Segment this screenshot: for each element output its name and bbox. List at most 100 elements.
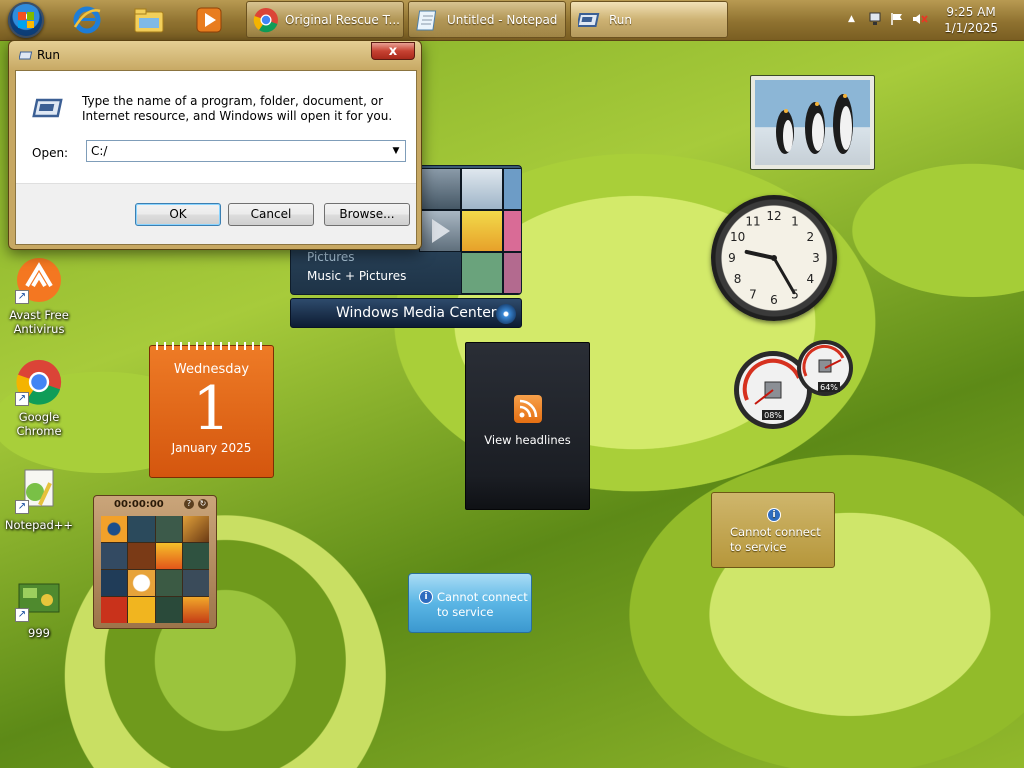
media-tile[interactable] — [503, 252, 521, 294]
media-tile[interactable] — [461, 210, 503, 252]
media-player-icon[interactable] — [192, 3, 226, 37]
media-tile[interactable] — [419, 210, 461, 252]
puzzle-tile[interactable] — [128, 597, 155, 623]
show-hidden-icons-icon[interactable]: ▲ — [848, 12, 862, 26]
windows-logo-icon — [18, 12, 34, 28]
clock-center-pin — [771, 255, 777, 261]
puzzle-tile[interactable] — [182, 597, 209, 623]
desktop-icon-label: Google Chrome — [16, 410, 62, 438]
clock-number: 4 — [807, 272, 815, 286]
taskbar-button-run[interactable]: Run — [570, 1, 728, 38]
feed-headlines-gadget[interactable]: View headlines — [465, 342, 590, 510]
media-center-label[interactable]: Music + Pictures — [307, 269, 406, 283]
puzzle-tile[interactable] — [128, 543, 155, 569]
media-tile[interactable] — [461, 252, 503, 294]
desktop-icon-label: 999 — [28, 626, 50, 640]
puzzle-tile[interactable] — [101, 570, 128, 596]
network-icon[interactable] — [868, 12, 882, 26]
browse-button[interactable]: Browse... — [324, 203, 410, 226]
open-input[interactable] — [87, 141, 383, 161]
open-combobox[interactable]: ▼ — [86, 140, 406, 162]
ok-button[interactable]: OK — [135, 203, 221, 226]
picture-puzzle-gadget[interactable]: 00:00:00 ? ↻ — [93, 495, 217, 629]
taskbar: Original Rescue T... Untitled - Notepad … — [0, 0, 1024, 41]
run-dialog: Run x Type the name of a program, folder… — [8, 40, 422, 250]
run-icon — [577, 7, 603, 33]
penguins-photo — [755, 80, 870, 165]
clock-date: 1/1/2025 — [944, 21, 998, 35]
file-explorer-icon[interactable] — [132, 3, 166, 37]
action-center-flag-icon[interactable] — [890, 12, 904, 26]
calendar-gadget[interactable]: Wednesday 1 January 2025 — [149, 342, 274, 478]
close-button[interactable]: x — [371, 42, 415, 60]
desktop-icon-label: Avast Free Antivirus — [9, 308, 69, 336]
media-center-label: Pictures — [307, 250, 355, 264]
clock-number: 11 — [745, 215, 760, 229]
weather-error-text: to service — [730, 540, 787, 554]
puzzle-tile[interactable] — [182, 570, 209, 596]
weather-gadget-gold[interactable]: i Cannot connect to service — [711, 492, 835, 568]
puzzle-tile[interactable] — [128, 516, 155, 542]
cancel-button[interactable]: Cancel — [228, 203, 314, 226]
chevron-down-icon[interactable]: ▼ — [387, 141, 405, 161]
volume-muted-icon[interactable] — [912, 12, 928, 26]
weather-gadget-blue[interactable]: i Cannot connect to service — [408, 573, 532, 633]
puzzle-tile[interactable] — [101, 516, 128, 542]
desktop-icon-999[interactable]: ↗ 999 — [4, 574, 74, 640]
avast-icon: ↗ — [15, 256, 63, 304]
info-icon: i — [419, 590, 433, 604]
cpu-meter-gadget[interactable]: 08% 64% — [733, 338, 859, 434]
clock-gadget[interactable]: 12 1 2 3 4 5 6 7 8 9 10 11 — [711, 195, 837, 321]
desktop-icon-label: Notepad++ — [4, 518, 74, 532]
media-tile[interactable] — [503, 168, 521, 210]
puzzle-tile[interactable] — [101, 597, 128, 623]
start-button[interactable] — [8, 2, 44, 38]
puzzle-tile[interactable] — [101, 543, 128, 569]
media-tile[interactable] — [503, 210, 521, 252]
puzzle-timer: 00:00:00 — [114, 499, 164, 510]
shuffle-icon[interactable]: ↻ — [198, 499, 208, 509]
clock-number: 6 — [770, 293, 778, 307]
clock-face: 12 1234567891011 — [728, 209, 820, 307]
puzzle-tile[interactable] — [155, 543, 182, 569]
help-icon[interactable]: ? — [184, 499, 194, 509]
run-icon — [32, 98, 63, 118]
shortcut-arrow-icon: ↗ — [15, 500, 29, 514]
puzzle-tile[interactable] — [155, 597, 182, 623]
puzzle-tile[interactable] — [182, 543, 209, 569]
windows-logo-icon — [496, 304, 516, 324]
media-center-bar[interactable]: Windows Media Center — [290, 298, 522, 328]
media-center-title: Windows Media Center — [336, 305, 497, 321]
notepad-icon — [415, 7, 441, 33]
taskbar-button-chrome[interactable]: Original Rescue T... — [246, 1, 404, 38]
slideshow-gadget[interactable] — [750, 75, 875, 170]
weather-error-text: Cannot connect — [437, 590, 528, 604]
desktop-icon-notepadpp[interactable]: ↗ Notepad++ — [4, 466, 74, 532]
system-tray: ▲ 9:25 AM 1/1/2025 — [844, 0, 1024, 40]
desktop-icon-chrome[interactable]: ↗ Google Chrome — [4, 358, 74, 438]
clock-time: 9:25 AM — [946, 5, 996, 19]
taskbar-button-label: Original Rescue T... — [285, 12, 400, 27]
taskbar-button-notepad[interactable]: Untitled - Notepad — [408, 1, 566, 38]
puzzle-tile[interactable] — [155, 570, 182, 596]
clock-number: 10 — [730, 230, 745, 244]
clock-number: 7 — [749, 287, 757, 301]
desktop-icon-avast[interactable]: ↗ Avast Free Antivirus — [4, 256, 74, 336]
calendar-month: January 2025 — [171, 441, 252, 455]
puzzle-tile[interactable] — [128, 570, 155, 596]
puzzle-tile[interactable] — [155, 516, 182, 542]
clock-number: 12 — [766, 209, 781, 223]
puzzle-tile[interactable] — [182, 516, 209, 542]
clock-number: 9 — [728, 251, 736, 265]
taskbar-clock[interactable]: 9:25 AM 1/1/2025 — [944, 4, 998, 36]
dialog-title: Run — [37, 48, 61, 62]
view-headlines-link[interactable]: View headlines — [466, 433, 589, 447]
media-tile[interactable] — [419, 168, 461, 210]
taskbar-button-label: Untitled - Notepad — [447, 12, 558, 27]
clock-minute-hand — [772, 256, 796, 295]
memory-percent: 64% — [820, 383, 838, 392]
puzzle-grid[interactable] — [101, 516, 209, 623]
internet-explorer-icon[interactable] — [70, 3, 104, 37]
media-tile[interactable] — [461, 168, 503, 210]
rss-icon — [513, 395, 542, 423]
